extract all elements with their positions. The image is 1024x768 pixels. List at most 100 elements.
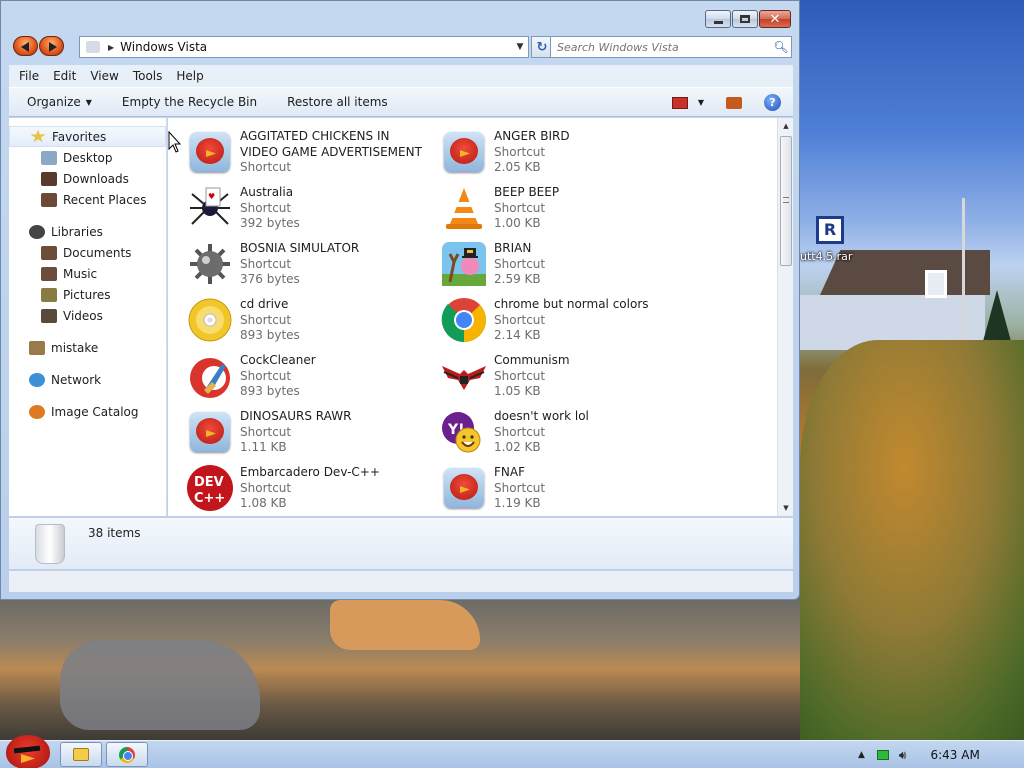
recent-places-icon bbox=[41, 192, 57, 207]
nav-desktop[interactable]: Desktop bbox=[9, 147, 166, 168]
menu-help[interactable]: Help bbox=[176, 69, 203, 83]
menu-edit[interactable]: Edit bbox=[53, 69, 76, 83]
list-item[interactable]: DINOSAURS RAWR Shortcut 1.11 KB bbox=[186, 408, 436, 464]
search-input[interactable] bbox=[557, 40, 771, 54]
list-item[interactable]: AGGITATED CHICKENS IN VIDEO GAME ADVERTI… bbox=[186, 128, 436, 184]
item-type: Shortcut bbox=[240, 424, 292, 439]
organize-button[interactable]: Organize ▼ bbox=[27, 95, 92, 109]
menu-view[interactable]: View bbox=[90, 69, 118, 83]
folder-icon bbox=[73, 748, 89, 761]
nav-favorites[interactable]: Favorites bbox=[9, 126, 166, 147]
taskbar-chrome-button[interactable] bbox=[106, 742, 148, 767]
network-status-icon[interactable] bbox=[876, 750, 889, 760]
view-options-chevron-icon[interactable]: ▼ bbox=[698, 98, 704, 107]
list-item[interactable]: FNAF Shortcut 1.19 KB bbox=[440, 464, 690, 516]
item-size: 1.08 KB bbox=[240, 496, 287, 510]
list-item[interactable]: cd drive Shortcut 893 bytes bbox=[186, 296, 436, 352]
taskbar-explorer-button[interactable] bbox=[60, 742, 102, 767]
angry-bird-slingshot-icon bbox=[440, 240, 488, 288]
close-icon: ✕ bbox=[769, 11, 781, 27]
minimize-button[interactable] bbox=[705, 10, 731, 28]
nav-libraries-label: Libraries bbox=[51, 224, 103, 239]
list-item[interactable]: ANGER BIRD Shortcut 2.05 KB bbox=[440, 128, 690, 184]
menu-tools[interactable]: Tools bbox=[133, 69, 163, 83]
item-count: 38 items bbox=[88, 526, 141, 540]
item-name: chrome but normal colors bbox=[494, 297, 649, 311]
item-name: BOSNIA SIMULATOR bbox=[240, 241, 360, 255]
item-name: doesn't work lol bbox=[494, 409, 589, 423]
nav-libraries[interactable]: Libraries bbox=[9, 221, 166, 242]
scroll-up-arrow-icon[interactable]: ▲ bbox=[778, 118, 794, 134]
grip-icon bbox=[783, 197, 789, 203]
address-path[interactable]: Windows Vista bbox=[120, 40, 512, 54]
nav-recent-places[interactable]: Recent Places bbox=[9, 189, 166, 210]
dev-cpp-icon: DEV C++ bbox=[186, 464, 234, 512]
list-item[interactable]: BEEP BEEP Shortcut 1.00 KB bbox=[440, 184, 690, 240]
nav-network[interactable]: Network bbox=[9, 369, 166, 390]
wallpaper-rock bbox=[330, 600, 480, 650]
list-item[interactable]: DEV C++ Embarcadero Dev-C++ Shortcut 1.08 K… bbox=[186, 464, 436, 516]
change-view-icon[interactable] bbox=[671, 96, 688, 109]
volume-icon[interactable]: 🔊︎ bbox=[899, 748, 907, 763]
show-hidden-icons-icon[interactable]: ▲ bbox=[858, 750, 865, 760]
maximize-button[interactable] bbox=[732, 10, 758, 28]
list-item[interactable]: CockCleaner Shortcut 893 bytes bbox=[186, 352, 436, 408]
item-size: 1.11 KB bbox=[240, 440, 287, 454]
bird-glyph bbox=[190, 132, 230, 172]
menu-file[interactable]: File bbox=[19, 69, 39, 83]
help-icon[interactable]: ? bbox=[764, 94, 781, 111]
desktop-icon-rar[interactable]: R utt4.5.rar bbox=[800, 216, 860, 263]
forward-button[interactable] bbox=[39, 36, 64, 56]
nav-documents[interactable]: Documents bbox=[9, 242, 166, 263]
item-name: ANGER BIRD bbox=[494, 129, 570, 143]
search-icon[interactable]: 🔍︎ bbox=[771, 40, 791, 54]
svg-text:♥: ♥ bbox=[208, 192, 215, 201]
search-box[interactable]: 🔍︎ bbox=[550, 36, 792, 58]
breadcrumb-arrow-icon[interactable]: ▶ bbox=[108, 43, 114, 52]
clock[interactable]: 6:43 AM bbox=[930, 748, 979, 762]
restore-all-label: Restore all items bbox=[287, 95, 388, 109]
nav-mistake[interactable]: mistake bbox=[9, 337, 166, 358]
list-item[interactable]: Y! doesn't work lol Shortcut 1.02 KB bbox=[440, 408, 690, 464]
item-type: Shortcut bbox=[240, 200, 292, 215]
back-button[interactable] bbox=[13, 36, 38, 56]
item-name: Embarcadero Dev-C++ bbox=[240, 465, 380, 479]
list-item[interactable]: ♥ Australia Shortcut 392 bytes bbox=[186, 184, 436, 240]
empty-bin-label: Empty the Recycle Bin bbox=[121, 95, 258, 109]
angry-bird-rio-icon bbox=[186, 128, 234, 176]
vertical-scrollbar[interactable]: ▲ ▼ bbox=[777, 118, 793, 516]
empty-recycle-bin-button[interactable]: Empty the Recycle Bin bbox=[122, 95, 257, 109]
restore-all-button[interactable]: Restore all items bbox=[287, 95, 388, 109]
nav-downloads-label: Downloads bbox=[63, 171, 129, 186]
chrome-icon bbox=[119, 746, 135, 763]
close-button[interactable]: ✕ bbox=[759, 10, 791, 28]
address-dropdown-icon[interactable]: ▼ bbox=[512, 42, 528, 52]
scroll-down-arrow-icon[interactable]: ▼ bbox=[778, 500, 794, 516]
yahoo-messenger-icon: Y! bbox=[440, 408, 488, 456]
address-bar[interactable]: ▶ Windows Vista ▼ bbox=[79, 36, 529, 58]
start-button[interactable] bbox=[4, 735, 50, 768]
list-item[interactable]: BOSNIA SIMULATOR Shortcut 376 bytes bbox=[186, 240, 436, 296]
angry-bird-icon bbox=[186, 408, 234, 456]
nav-music[interactable]: Music bbox=[9, 263, 166, 284]
desktop-icon bbox=[41, 150, 57, 165]
item-name: Communism bbox=[494, 353, 570, 367]
taskbar: ▲ 🔊︎ 6:43 AM bbox=[0, 735, 1024, 768]
nav-pictures[interactable]: Pictures bbox=[9, 284, 166, 305]
item-name: CockCleaner bbox=[240, 353, 316, 367]
item-size: 1.05 KB bbox=[494, 384, 541, 398]
nav-videos[interactable]: Videos bbox=[9, 305, 166, 326]
cd-disc-icon bbox=[186, 296, 234, 344]
scrollbar-thumb[interactable] bbox=[780, 136, 792, 266]
item-size: 893 bytes bbox=[240, 384, 300, 398]
item-size: 2.14 KB bbox=[494, 328, 541, 342]
homegroup-icon bbox=[29, 340, 45, 355]
list-item[interactable]: chrome but normal colors Shortcut 2.14 KB bbox=[440, 296, 690, 352]
nav-image-catalog[interactable]: Image Catalog bbox=[9, 401, 166, 422]
nav-downloads[interactable]: Downloads bbox=[9, 168, 166, 189]
spider-solitaire-icon: ♥ bbox=[186, 184, 234, 232]
preview-pane-icon[interactable] bbox=[726, 96, 742, 109]
nav-videos-label: Videos bbox=[63, 308, 103, 323]
list-item[interactable]: Communism Shortcut 1.05 KB bbox=[440, 352, 690, 408]
list-item[interactable]: BRIAN Shortcut 2.59 KB bbox=[440, 240, 690, 296]
